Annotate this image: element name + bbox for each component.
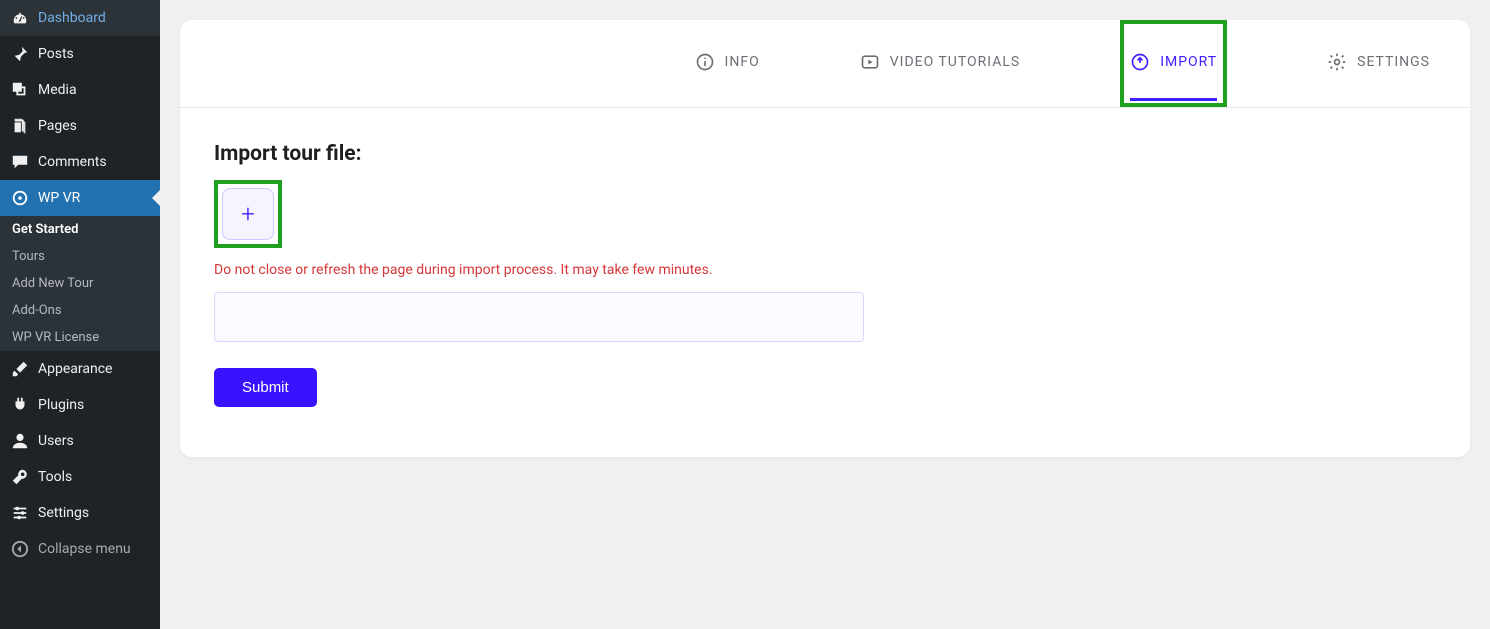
- wpvr-icon: [10, 188, 30, 208]
- tab-video-tutorials[interactable]: VIDEO TUTORIALS: [860, 20, 1020, 107]
- sidebar-sub-tours[interactable]: Tours: [0, 243, 160, 270]
- tab-label: SETTINGS: [1357, 54, 1430, 70]
- sidebar-sub-add-new-tour[interactable]: Add New Tour: [0, 270, 160, 297]
- tab-info[interactable]: INFO: [695, 20, 760, 107]
- sidebar-item-label: Pages: [38, 118, 77, 134]
- sidebar-item-media[interactable]: Media: [0, 72, 160, 108]
- sidebar-item-label: WP VR: [38, 190, 80, 206]
- import-panel: Import tour file: + Do not close or refr…: [180, 108, 1470, 457]
- collapse-icon: [10, 539, 30, 559]
- pin-icon: [10, 44, 30, 64]
- upload-file-button[interactable]: +: [222, 188, 274, 240]
- sidebar-item-pages[interactable]: Pages: [0, 108, 160, 144]
- sidebar-item-label: Plugins: [38, 397, 84, 413]
- import-warning-text: Do not close or refresh the page during …: [214, 262, 1436, 278]
- sidebar-item-label: Posts: [38, 46, 74, 62]
- plug-icon: [10, 395, 30, 415]
- tab-bar: INFO VIDEO TUTORIALS IMPORT SETTINGS: [180, 20, 1470, 108]
- tab-settings[interactable]: SETTINGS: [1327, 20, 1430, 107]
- wrench-icon: [10, 467, 30, 487]
- tab-label: VIDEO TUTORIALS: [890, 54, 1020, 70]
- tab-import[interactable]: IMPORT: [1130, 26, 1217, 101]
- main-content: INFO VIDEO TUTORIALS IMPORT SETTINGS: [160, 0, 1490, 629]
- sidebar-item-tools[interactable]: Tools: [0, 459, 160, 495]
- import-status-box: [214, 292, 864, 342]
- gear-icon: [1327, 52, 1347, 72]
- submit-button[interactable]: Submit: [214, 368, 317, 407]
- tab-label: INFO: [725, 54, 760, 70]
- info-icon: [695, 52, 715, 72]
- sidebar-item-label: Tools: [38, 469, 72, 485]
- media-icon: [10, 80, 30, 100]
- sliders-icon: [10, 503, 30, 523]
- play-icon: [860, 52, 880, 72]
- sidebar-submenu-wpvr: Get Started Tours Add New Tour Add-Ons W…: [0, 216, 160, 351]
- sidebar-item-label: Collapse menu: [38, 541, 131, 557]
- sidebar-item-users[interactable]: Users: [0, 423, 160, 459]
- sidebar-item-plugins[interactable]: Plugins: [0, 387, 160, 423]
- pages-icon: [10, 116, 30, 136]
- comment-icon: [10, 152, 30, 172]
- sidebar-collapse[interactable]: Collapse menu: [0, 531, 160, 567]
- import-heading: Import tour file:: [214, 142, 1436, 166]
- sidebar-sub-get-started[interactable]: Get Started: [0, 216, 160, 243]
- plus-icon: +: [241, 200, 255, 228]
- sidebar-item-comments[interactable]: Comments: [0, 144, 160, 180]
- brush-icon: [10, 359, 30, 379]
- user-icon: [10, 431, 30, 451]
- import-icon: [1130, 52, 1150, 72]
- highlight-upload-button: +: [214, 180, 282, 248]
- dashboard-icon: [10, 8, 30, 28]
- sidebar-item-label: Users: [38, 433, 74, 449]
- sidebar-item-label: Settings: [38, 505, 89, 521]
- sidebar-sub-license[interactable]: WP VR License: [0, 324, 160, 351]
- sidebar-sub-add-ons[interactable]: Add-Ons: [0, 297, 160, 324]
- sidebar-item-wpvr[interactable]: WP VR: [0, 180, 160, 216]
- sidebar-item-settings[interactable]: Settings: [0, 495, 160, 531]
- sidebar-item-label: Media: [38, 82, 77, 98]
- sidebar-item-label: Appearance: [38, 361, 112, 377]
- tab-label: IMPORT: [1160, 54, 1217, 70]
- highlight-import-tab: IMPORT: [1120, 20, 1227, 107]
- sidebar-item-label: Comments: [38, 154, 107, 170]
- settings-card: INFO VIDEO TUTORIALS IMPORT SETTINGS: [180, 20, 1470, 457]
- sidebar-item-dashboard[interactable]: Dashboard: [0, 0, 160, 36]
- sidebar-item-appearance[interactable]: Appearance: [0, 351, 160, 387]
- admin-sidebar: Dashboard Posts Media Pages Comments WP …: [0, 0, 160, 629]
- sidebar-item-posts[interactable]: Posts: [0, 36, 160, 72]
- sidebar-item-label: Dashboard: [38, 10, 106, 26]
